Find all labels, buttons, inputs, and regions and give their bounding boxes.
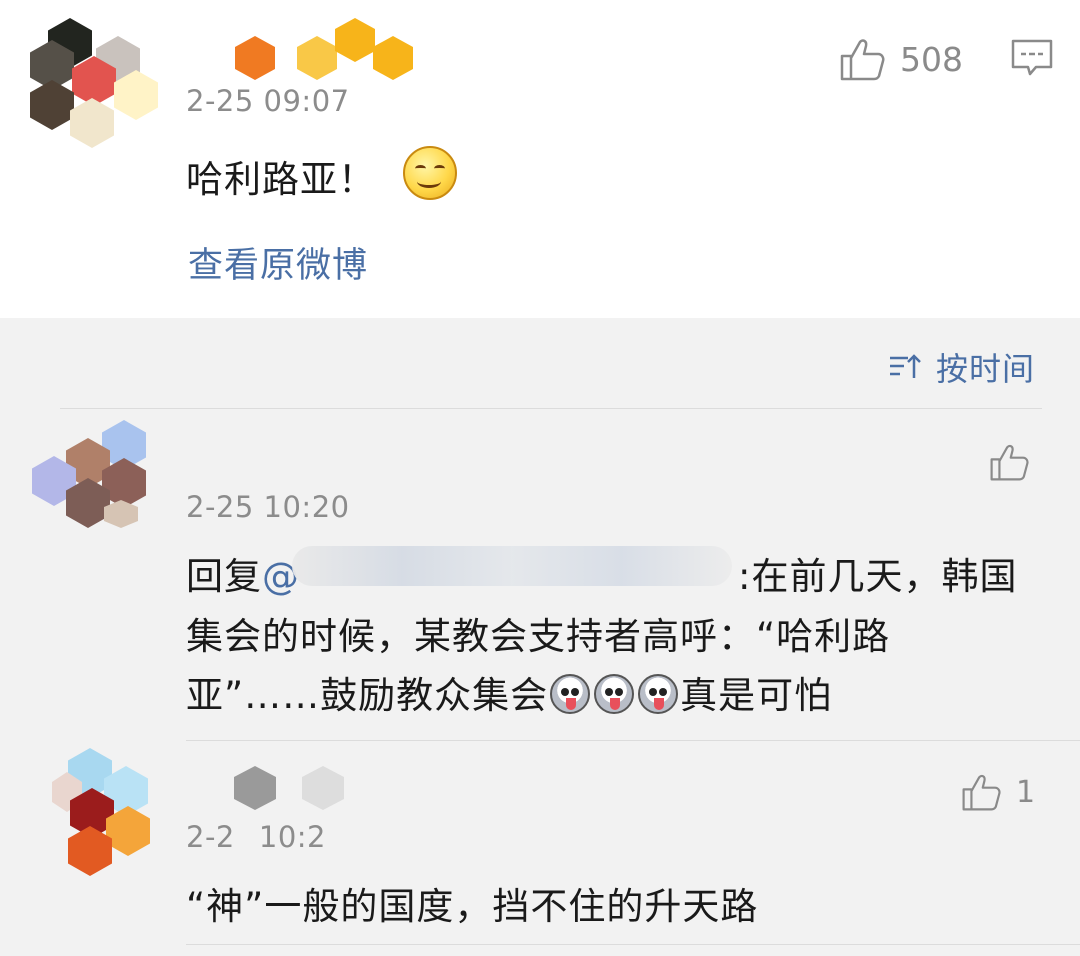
reply-avatar[interactable] [52, 748, 162, 876]
reply-text-line1: :在前几天，韩国 [738, 555, 1018, 598]
like-count: 1 [1016, 774, 1036, 810]
reply-avatar[interactable] [32, 420, 152, 530]
husky-emoji-icon [550, 674, 591, 714]
comment-icon [1011, 39, 1053, 76]
sort-icon [890, 354, 921, 378]
redacted-mention [292, 546, 732, 586]
smile-emoji-icon [402, 146, 457, 200]
top-comment-card: 2-25 09:07 508 哈利路亚！ 查看原微博 [0, 0, 1080, 318]
thumbs-up-icon [990, 444, 1029, 481]
sort-toggle[interactable]: 按时间 [888, 344, 1035, 390]
username-redacted[interactable] [190, 764, 370, 814]
husky-emoji-icon [594, 674, 635, 714]
reply-line-3: 亚”……鼓励教众集会 真是可怕 [186, 674, 833, 717]
reply-like-button[interactable]: 1 [960, 772, 1035, 812]
reply-like-button[interactable] [988, 442, 1030, 486]
comment-body: 哈利路亚！ [186, 146, 457, 203]
husky-emoji-icon [638, 674, 679, 714]
like-count: 508 [900, 39, 963, 79]
divider [186, 944, 1080, 945]
sort-label: 按时间 [936, 350, 1036, 388]
user-avatar[interactable] [30, 18, 158, 148]
reply-timestamp: 2-2 10:2 [186, 820, 326, 854]
reply-text: “神”一般的国度，挡不住的升天路 [186, 885, 759, 928]
username-redacted[interactable] [205, 18, 425, 80]
like-button[interactable]: 508 [838, 36, 963, 82]
comment-timestamp: 2-25 09:07 [186, 84, 350, 118]
reply-prefix: 回复 [186, 555, 262, 598]
thumbs-up-icon [962, 774, 1001, 811]
thumbs-up-icon [840, 39, 885, 81]
view-original-link[interactable]: 查看原微博 [188, 237, 368, 288]
divider [186, 740, 1080, 741]
reply-button[interactable] [1010, 38, 1054, 82]
reply-line-2: 集会的时候，某教会支持者高呼：“哈利路 [186, 615, 891, 658]
divider [60, 408, 1042, 409]
comment-text: 哈利路亚！ [186, 158, 376, 201]
reply-timestamp: 2-25 10:20 [186, 490, 350, 524]
